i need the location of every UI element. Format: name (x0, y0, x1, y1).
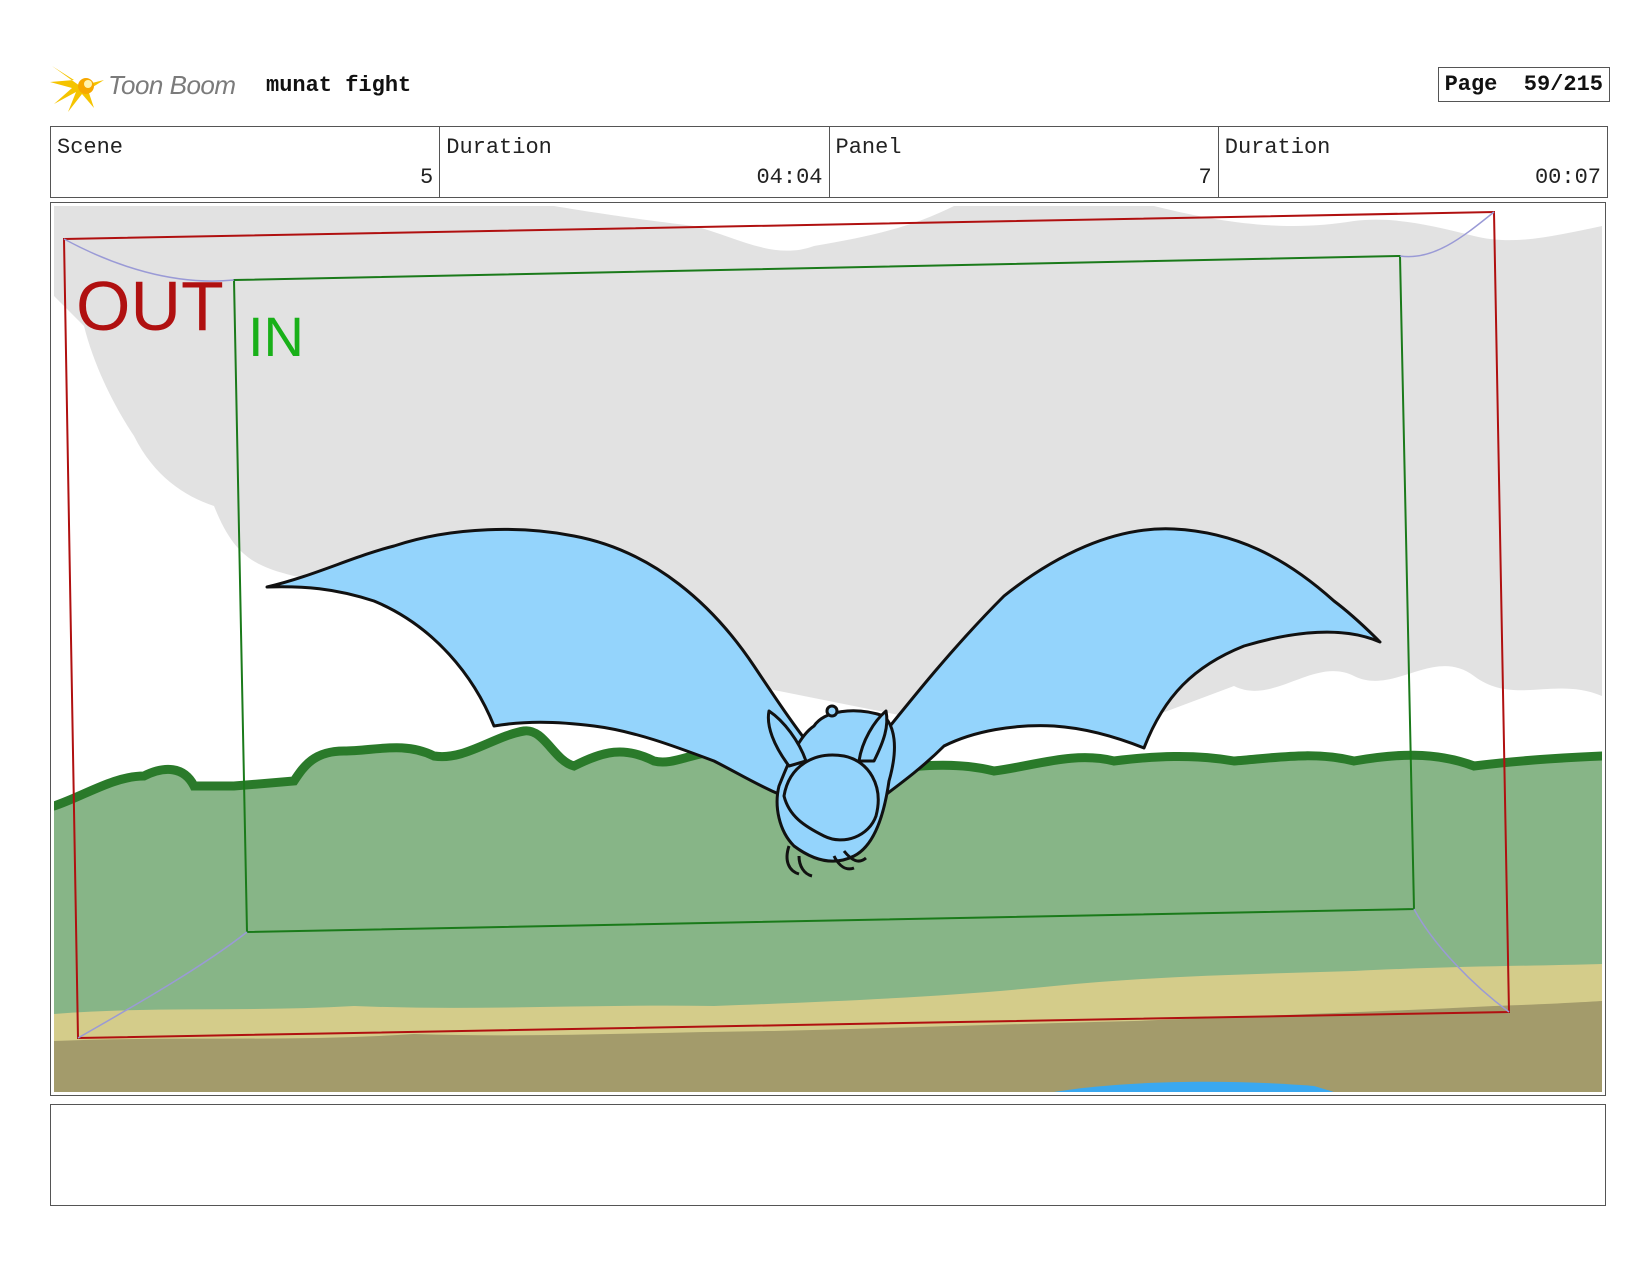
panel-value: 7 (1198, 165, 1212, 190)
toon-boom-logo: Toon Boom (50, 60, 250, 112)
scene-info-table: Scene 5 Duration 04:04 Panel 7 Duration … (50, 126, 1608, 198)
panel-notes-box[interactable] (50, 1104, 1606, 1206)
logo-text: Toon Boom (108, 70, 236, 100)
panel-label: Panel (835, 135, 902, 160)
page-header: Toon Boom munat fight Page 59/215 (50, 56, 1610, 112)
panel-duration-label: Duration (1224, 135, 1331, 160)
scene-label: Scene (57, 135, 124, 160)
bat-top-tuft (825, 704, 839, 718)
in-label: IN (248, 305, 304, 368)
panel-artwork: OUT IN (54, 206, 1602, 1092)
out-label: OUT (76, 267, 224, 345)
project-title: munat fight (266, 73, 412, 98)
page-label: Page (1444, 72, 1498, 97)
scene-cell: Scene 5 (51, 127, 441, 197)
scene-value: 5 (420, 165, 434, 190)
panel-duration-value: 00:07 (1534, 165, 1601, 190)
scene-duration-label: Duration (446, 135, 552, 160)
panel-duration-cell: Duration 00:07 (1219, 127, 1607, 197)
scene-duration-cell: Duration 04:04 (440, 127, 830, 197)
starburst-icon (50, 66, 104, 112)
scene-duration-value: 04:04 (756, 165, 823, 190)
storyboard-panel: OUT IN (50, 202, 1606, 1096)
page-indicator: Page 59/215 (1437, 67, 1610, 102)
page-number: 59/215 (1523, 72, 1603, 97)
panel-cell: Panel 7 (830, 127, 1219, 197)
